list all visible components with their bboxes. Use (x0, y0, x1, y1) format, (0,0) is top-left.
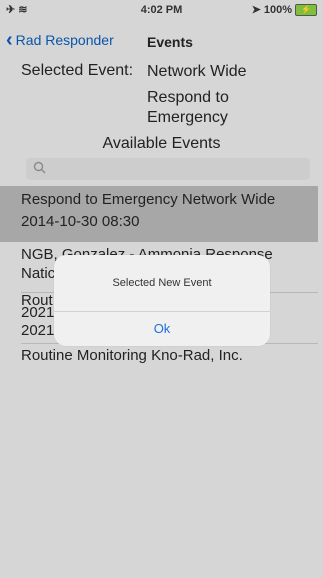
back-button[interactable]: ‹ Rad Responder (6, 29, 114, 51)
selected-event-line1: Network Wide (147, 63, 247, 80)
navigation-bar: ‹ Rad Responder Events (0, 28, 323, 56)
list-item[interactable]: Respond to Emergency Network Wide 2014-1… (0, 186, 318, 242)
status-bar: ✈ ≋ 4:02 PM ➤ 100% ⚡ (0, 0, 323, 20)
ok-button[interactable]: Ok (54, 312, 270, 346)
list-item[interactable]: Routine Monitoring Kno-Rad, Inc. (0, 344, 318, 368)
selected-event-label: Selected Event: (21, 62, 134, 79)
status-right: ➤ 100% ⚡ (252, 3, 317, 16)
back-button-label: Rad Responder (15, 32, 114, 48)
event-name: Routine Monitoring Kno-Rad, Inc. (21, 347, 243, 364)
page-title: Events (147, 34, 193, 50)
alert-dialog: Selected New Event Ok (54, 255, 270, 346)
search-text[interactable] (50, 160, 304, 180)
selected-event-line2: Respond to Emergency (147, 89, 229, 126)
alert-title: Selected New Event (112, 277, 212, 289)
battery-charging-icon: ⚡ (295, 3, 317, 16)
search-input[interactable] (26, 158, 310, 180)
location-arrow-icon: ➤ (251, 4, 261, 16)
battery-percent: 100% (263, 3, 292, 16)
search-icon (33, 161, 46, 174)
chevron-left-icon: ‹ (6, 29, 13, 51)
event-name: Respond to Emergency Network Wide (21, 191, 276, 208)
event-date: 2014-10-30 08:30 (21, 213, 140, 230)
available-events-heading: Available Events (102, 135, 221, 152)
